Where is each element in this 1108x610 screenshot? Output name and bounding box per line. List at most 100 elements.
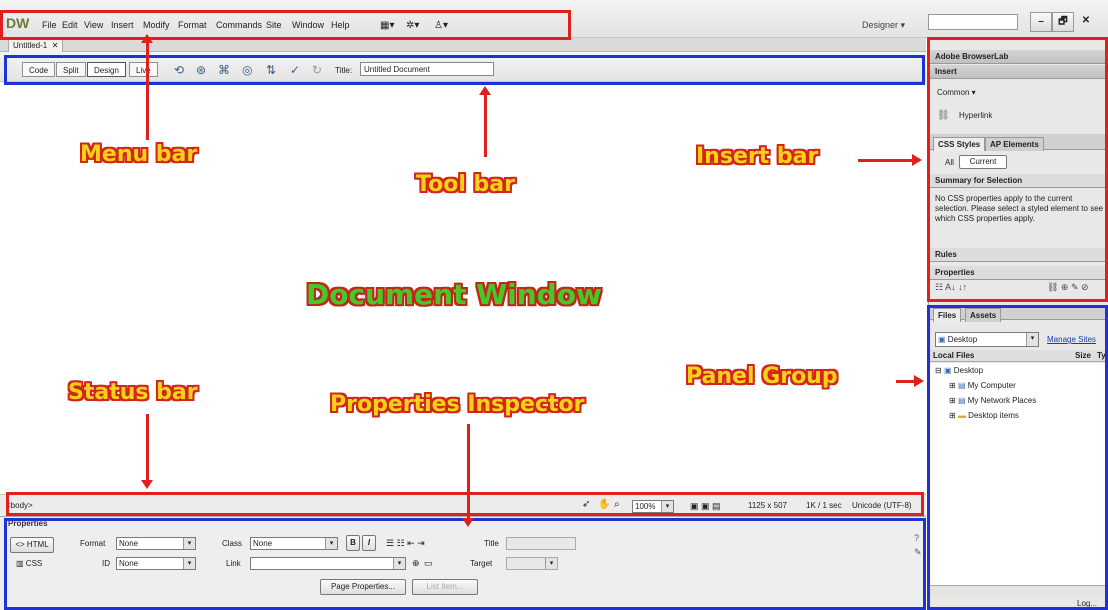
list-indent-icons[interactable]: ☰ ☷ ⇤ ⇥ bbox=[386, 538, 425, 549]
workspace-switcher[interactable]: Designer ▾ bbox=[862, 20, 905, 31]
properties-arrowhead bbox=[462, 518, 474, 527]
tree-item-desktop-items[interactable]: ⊞ ▬ Desktop items bbox=[949, 411, 1019, 420]
css-action-icons[interactable]: ⛓ ⊕ ✎ ⊘ bbox=[1047, 282, 1089, 293]
css-all-button[interactable]: All bbox=[945, 158, 954, 167]
tree-item-my-computer[interactable]: ⊞ ▤ My Computer bbox=[949, 381, 1016, 390]
size-column[interactable]: Size bbox=[1075, 351, 1091, 360]
list-item-button[interactable]: List Item... bbox=[412, 579, 478, 595]
panel-group-arrow bbox=[896, 380, 916, 383]
browserlab-panel-header[interactable]: Adobe BrowserLab bbox=[929, 50, 1108, 64]
tag-selector[interactable]: <body> bbox=[6, 501, 33, 510]
check-browser-icon[interactable]: ✓ bbox=[290, 63, 300, 77]
insert-category-select[interactable]: Common ▾ bbox=[937, 88, 976, 97]
code-view-button[interactable]: Code bbox=[22, 62, 56, 77]
format-select[interactable]: None ▾ bbox=[116, 537, 196, 550]
hand-tool-icon[interactable]: ✋ bbox=[598, 499, 610, 510]
title-label: Title: bbox=[335, 66, 353, 75]
folder-icon: ▬ bbox=[957, 411, 966, 420]
design-view-button[interactable]: Design bbox=[87, 62, 126, 77]
title-prop-field[interactable] bbox=[506, 537, 576, 550]
document-tab[interactable]: Untitled-1 ✕ bbox=[8, 39, 64, 52]
minimize-icon[interactable]: – bbox=[1030, 12, 1052, 32]
select-tool-icon[interactable]: ➶ bbox=[582, 499, 590, 510]
class-select[interactable]: None ▾ bbox=[250, 537, 338, 550]
browser-preview-icon[interactable]: ◎ bbox=[242, 63, 252, 77]
local-files-column[interactable]: Local Files bbox=[933, 351, 974, 360]
split-view-button[interactable]: Split bbox=[56, 62, 86, 77]
html-mode-button[interactable]: <> HTML bbox=[10, 537, 54, 553]
menu-site[interactable]: Site bbox=[266, 20, 282, 30]
document-title-field[interactable]: Untitled Document bbox=[360, 62, 494, 76]
type-column[interactable]: Ty bbox=[1097, 351, 1106, 360]
tab-css-styles[interactable]: CSS Styles bbox=[933, 137, 986, 151]
live-view-button[interactable]: Live bbox=[129, 62, 158, 77]
site-icon[interactable]: ♙▾ bbox=[434, 20, 448, 31]
bold-button[interactable]: B bbox=[346, 535, 360, 551]
horizontal-scrollbar[interactable] bbox=[929, 585, 1108, 597]
insert-panel-header[interactable]: Insert bbox=[929, 65, 1108, 79]
tool-bar-arrowhead bbox=[479, 86, 491, 95]
download-time: 1K / 1 sec bbox=[806, 501, 842, 510]
italic-button[interactable]: I bbox=[362, 535, 376, 551]
id-select[interactable]: None ▾ bbox=[116, 557, 196, 570]
link-field[interactable]: ▾ bbox=[250, 557, 406, 570]
search-input[interactable] bbox=[928, 14, 1018, 30]
css-icon: ▥ bbox=[16, 559, 24, 568]
link-label: Link bbox=[226, 559, 241, 568]
help-icon[interactable]: ? bbox=[914, 533, 919, 543]
menu-edit[interactable]: Edit bbox=[62, 20, 78, 30]
manage-sites-link[interactable]: Manage Sites bbox=[1047, 335, 1096, 344]
zoom-select[interactable]: 100% ▾ bbox=[632, 500, 674, 513]
tool-bar-caption: Tool bar bbox=[416, 172, 515, 197]
extend-icon[interactable]: ✲▾ bbox=[406, 20, 419, 31]
document-window-caption: Document Window bbox=[306, 278, 602, 311]
close-icon[interactable]: ✕ bbox=[1076, 12, 1096, 30]
target-label: Target bbox=[470, 559, 493, 568]
status-bar-arrowhead bbox=[141, 480, 153, 489]
file-management-icon[interactable]: ⇅ bbox=[266, 63, 276, 77]
css-mode-button[interactable]: ▥ CSS bbox=[16, 559, 42, 568]
insert-bar-arrowhead bbox=[912, 154, 922, 166]
panel-group: Adobe BrowserLab Insert Common ▾ ⛓ Hyper… bbox=[928, 38, 1108, 610]
target-select[interactable]: ▾ bbox=[506, 557, 558, 570]
restore-icon[interactable]: 🗗 bbox=[1052, 12, 1074, 32]
dreamweaver-logo: DW bbox=[6, 15, 30, 31]
window-size-icon[interactable]: ▣ ▣ ▤ bbox=[690, 501, 721, 512]
quick-tag-editor-icon[interactable]: ✎ bbox=[914, 547, 922, 558]
summary-header: Summary for Selection bbox=[929, 174, 1108, 188]
menu-view[interactable]: View bbox=[84, 20, 103, 30]
css-view-icons[interactable]: ☷ A↓ ↓↑ bbox=[935, 282, 967, 293]
tab-files[interactable]: Files bbox=[933, 308, 962, 322]
menu-modify[interactable]: Modify bbox=[143, 20, 170, 30]
tree-item-network[interactable]: ⊞ ▤ My Network Places bbox=[949, 396, 1036, 405]
desktop-folder-icon: ▣ bbox=[943, 366, 952, 375]
menu-bar-arrowhead bbox=[141, 34, 153, 43]
layout-icon[interactable]: ▦▾ bbox=[380, 20, 394, 31]
menu-bar-arrow bbox=[146, 38, 149, 140]
menu-file[interactable]: File bbox=[42, 20, 57, 30]
menu-insert[interactable]: Insert bbox=[111, 20, 134, 30]
zoom-tool-icon[interactable]: ⌕ bbox=[614, 499, 620, 510]
properties-arrow bbox=[467, 424, 470, 520]
title-prop-label: Title bbox=[484, 539, 499, 548]
browse-folder-icon[interactable]: ▭ bbox=[424, 558, 433, 569]
window-size[interactable]: 1125 x 507 bbox=[748, 501, 787, 510]
tab-assets[interactable]: Assets bbox=[965, 308, 1002, 322]
menu-help[interactable]: Help bbox=[331, 20, 350, 30]
site-select[interactable]: ▣ Desktop ▾ bbox=[935, 332, 1039, 347]
tab-ap-elements[interactable]: AP Elements bbox=[985, 137, 1044, 151]
tab-close-icon[interactable]: ✕ bbox=[52, 41, 59, 50]
menu-commands[interactable]: Commands bbox=[216, 20, 262, 30]
inspect-icon[interactable]: ⊛ bbox=[196, 63, 206, 77]
refresh-icon[interactable]: ↻ bbox=[312, 63, 322, 77]
multiscreen-icon[interactable]: ⌘ bbox=[218, 63, 230, 77]
menu-format[interactable]: Format bbox=[178, 20, 207, 30]
tree-item-desktop[interactable]: ⊟ ▣ Desktop bbox=[935, 366, 983, 375]
css-current-button[interactable]: Current bbox=[959, 155, 1007, 169]
point-to-file-icon[interactable]: ⊕ bbox=[412, 558, 420, 569]
log-button[interactable]: Log... bbox=[1077, 599, 1097, 608]
insert-hyperlink-item[interactable]: Hyperlink bbox=[959, 111, 992, 120]
page-properties-button[interactable]: Page Properties... bbox=[320, 579, 406, 595]
live-code-icon[interactable]: ⟲ bbox=[174, 63, 184, 77]
menu-window[interactable]: Window bbox=[292, 20, 324, 30]
